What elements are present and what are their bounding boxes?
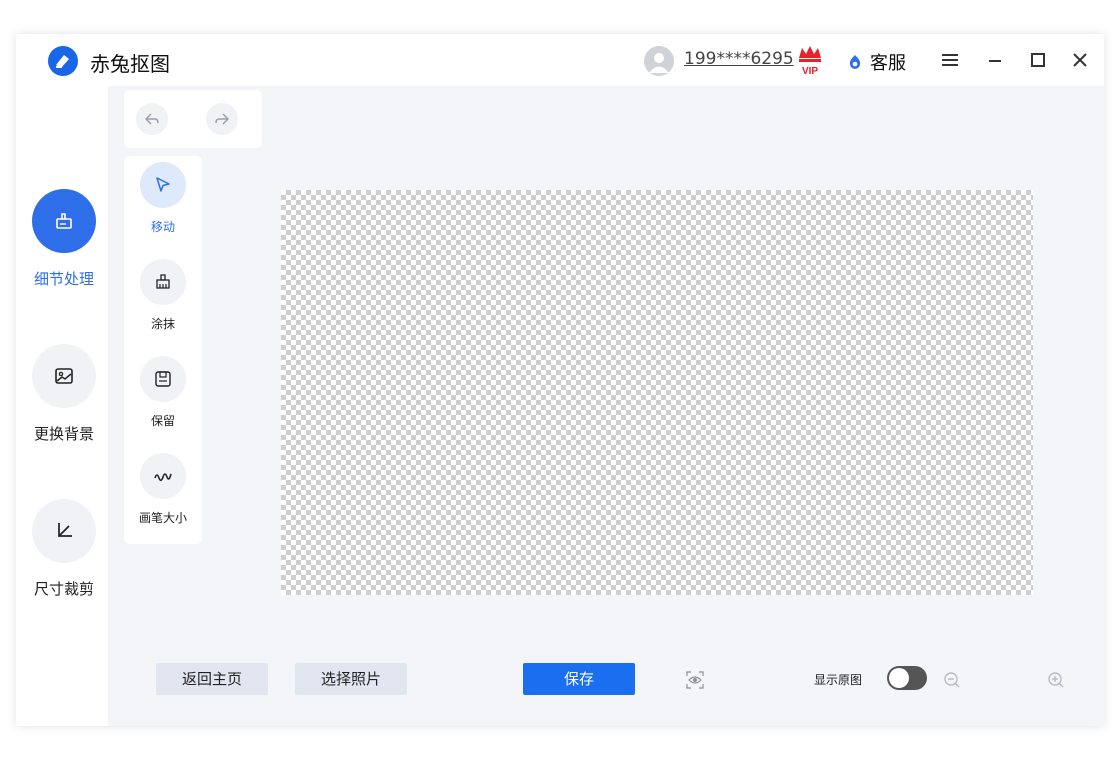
toggle-knob [889,668,909,688]
tool-brush-size-circle[interactable] [140,453,186,499]
nav-crop-label: 尺寸裁剪 [33,580,94,598]
nav-background-button[interactable] [32,344,96,408]
cursor-arrow-icon [156,177,170,192]
zoom-in-icon[interactable] [1046,670,1066,690]
preview-eye-icon[interactable] [684,669,706,691]
vip-badge-text: VIP [802,66,818,76]
minimize-icon[interactable] [983,48,1007,72]
user-phone-link[interactable]: 199****6295 [684,49,794,69]
vip-crown-icon[interactable]: VIP [796,44,824,77]
redo-icon [215,113,229,125]
tool-move-label: 移动 [150,220,175,234]
save-button[interactable]: 保存 [523,663,635,695]
customer-service-button[interactable]: 客服 [870,49,906,75]
redo-button[interactable] [206,103,238,135]
app-logo-icon [48,46,78,76]
workspace: 移动 涂抹 保留 画笔大小 返回主页 选择照片 保存 显示原图 [108,86,1104,726]
brush-size-icon [154,473,172,482]
image-icon [55,368,73,384]
maximize-icon[interactable] [1026,48,1050,72]
tool-keep-label: 保留 [150,414,175,428]
hand-brush-icon [56,213,72,229]
zoom-out-icon[interactable] [942,670,962,690]
tool-smear-circle[interactable] [140,259,186,305]
select-photo-button[interactable]: 选择照片 [295,663,407,695]
nav-detail-button[interactable] [32,189,96,253]
show-original-label: 显示原图 [814,673,863,687]
close-icon[interactable] [1068,48,1092,72]
undo-button[interactable] [136,103,168,135]
tool-brush-size-label: 画笔大小 [138,511,187,525]
app-window: 赤兔抠图 199****6295 VIP 客服 细节处理 更换背景 尺寸裁剪 移… [16,34,1104,726]
undo-icon [145,113,159,125]
history-panel [124,90,262,148]
tool-smear-label: 涂抹 [150,317,175,331]
tool-panel: 移动 涂抹 保留 画笔大小 [124,156,202,544]
nav-background-label: 更换背景 [33,425,94,443]
left-nav: 细节处理 更换背景 尺寸裁剪 [16,86,108,726]
transparent-canvas[interactable] [281,190,1033,595]
crop-icon [58,523,72,537]
brush-icon [156,274,170,289]
nav-crop-button[interactable] [32,499,96,563]
nav-detail-label: 细节处理 [33,270,94,288]
show-original-toggle[interactable] [887,666,927,690]
back-home-button[interactable]: 返回主页 [156,663,268,695]
tool-keep-circle[interactable] [140,356,186,402]
tool-move-circle[interactable] [140,162,186,208]
avatar[interactable] [644,46,674,76]
title-bar: 赤兔抠图 199****6295 VIP 客服 [16,34,1104,86]
app-title: 赤兔抠图 [90,52,170,76]
menu-icon[interactable] [938,48,962,72]
customer-service-icon[interactable] [848,54,862,69]
keep-icon [155,371,171,387]
